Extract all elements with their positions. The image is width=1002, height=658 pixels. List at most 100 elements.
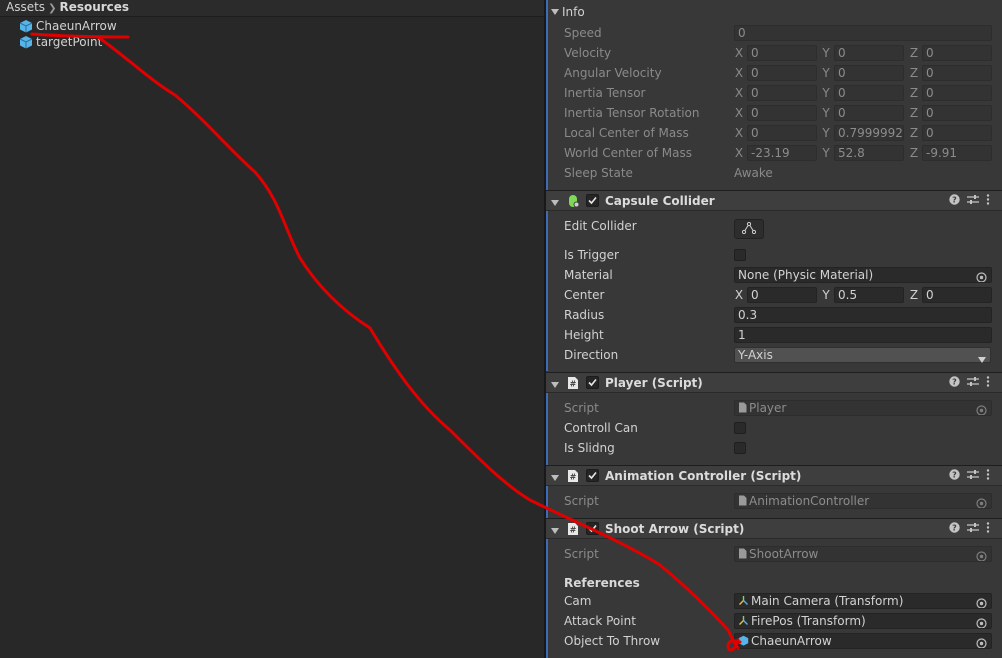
asset-item-targetpoint[interactable]: targetPoint: [19, 34, 102, 50]
axis-y-label: Y: [822, 106, 830, 120]
is-trigger-row: Is Trigger: [546, 245, 1002, 265]
direction-value: Y-Axis: [738, 348, 773, 362]
component-enabled-checkbox[interactable]: [586, 469, 599, 482]
axis-z-label[interactable]: Z: [909, 287, 919, 303]
direction-row: Direction Y-Axis: [546, 345, 1002, 365]
component-enabled-checkbox[interactable]: [586, 522, 599, 535]
inertia-tensor-rotation-z-field: 0: [922, 105, 992, 121]
info-foldout[interactable]: Info: [546, 0, 1002, 20]
inertia-tensor-y-field: 0: [834, 85, 904, 101]
local-com-x-field: 0: [747, 125, 817, 141]
player-script-header[interactable]: # Player (Script) ?: [546, 372, 1002, 393]
center-y-field[interactable]: 0.5: [834, 287, 904, 303]
object-to-throw-field[interactable]: ChaeunArrow: [734, 633, 992, 649]
kebab-menu-icon[interactable]: [986, 522, 990, 536]
attack-point-field[interactable]: FirePos (Transform): [734, 613, 992, 629]
cam-label: Cam: [564, 594, 592, 608]
angular-velocity-z-field: 0: [922, 65, 992, 81]
info-header: Info: [562, 5, 585, 19]
object-picker-icon[interactable]: [975, 617, 987, 628]
script-label: Script: [564, 401, 599, 415]
shoot-arrow-header[interactable]: # Shoot Arrow (Script) ?: [546, 518, 1002, 539]
capsule-collider-header[interactable]: Capsule Collider ?: [546, 190, 1002, 211]
direction-dropdown[interactable]: Y-Axis: [734, 347, 991, 363]
script-file-icon: [738, 402, 747, 416]
script-icon: #: [566, 376, 580, 393]
help-icon[interactable]: ?: [949, 522, 960, 536]
breadcrumb-assets[interactable]: Assets: [6, 0, 45, 14]
sleep-state-row: Sleep State Awake: [546, 163, 1002, 183]
local-com-y-field: 0.7999992: [834, 125, 904, 141]
object-picker-icon[interactable]: [975, 637, 987, 648]
velocity-x-field: 0: [747, 45, 817, 61]
preset-sliders-icon[interactable]: [967, 469, 979, 483]
component-title: Capsule Collider: [605, 194, 715, 208]
breadcrumb-resources[interactable]: Resources: [59, 0, 129, 14]
fold-triangle-icon[interactable]: [551, 471, 559, 485]
axis-y-label[interactable]: Y: [821, 287, 831, 303]
local-com-z-field: 0: [922, 125, 992, 141]
edit-collider-label: Edit Collider: [564, 219, 637, 233]
player-script-row: Script Player: [546, 398, 1002, 418]
controll-can-checkbox[interactable]: [734, 422, 746, 434]
controll-can-label: Controll Can: [564, 421, 638, 435]
script-label: Script: [564, 547, 599, 561]
height-field[interactable]: 1: [734, 327, 992, 343]
inertia-tensor-z-field: 0: [922, 85, 992, 101]
is-slidng-checkbox[interactable]: [734, 442, 746, 454]
axis-x-label: X: [734, 106, 744, 120]
references-header: References: [564, 576, 640, 590]
fold-triangle-icon[interactable]: [551, 378, 559, 392]
help-icon[interactable]: ?: [949, 376, 960, 390]
is-trigger-label: Is Trigger: [564, 248, 619, 262]
attack-point-label: Attack Point: [564, 614, 636, 628]
kebab-menu-icon[interactable]: [986, 469, 990, 483]
breadcrumb-separator-icon: ❯: [48, 3, 57, 14]
attack-point-value: FirePos (Transform): [751, 614, 866, 628]
shoot-arrow-script-row: Script ShootArrow: [546, 544, 1002, 564]
axis-x-label: X: [734, 46, 744, 60]
center-x-field[interactable]: 0: [747, 287, 817, 303]
kebab-menu-icon[interactable]: [986, 194, 990, 208]
kebab-menu-icon[interactable]: [986, 376, 990, 390]
object-to-throw-row: Object To Throw ChaeunArrow: [546, 631, 1002, 651]
edit-collider-row: Edit Collider: [546, 216, 1002, 242]
object-to-throw-label: Object To Throw: [564, 634, 661, 648]
component-enabled-checkbox[interactable]: [586, 376, 599, 389]
asset-item-chaeunarrow[interactable]: ChaeunArrow: [19, 18, 117, 34]
inertia-tensor-label: Inertia Tensor: [564, 86, 646, 100]
radius-field[interactable]: 0.3: [734, 307, 992, 323]
cam-value: Main Camera (Transform): [751, 594, 904, 608]
object-picker-icon[interactable]: [975, 271, 987, 282]
object-picker-icon[interactable]: [975, 597, 987, 608]
axis-x-label[interactable]: X: [734, 287, 744, 303]
fold-triangle-icon[interactable]: [551, 524, 559, 538]
script-field: ShootArrow: [734, 546, 992, 562]
svg-text:#: #: [570, 526, 577, 535]
references-section: References: [546, 573, 1002, 593]
help-icon[interactable]: ?: [949, 469, 960, 483]
material-field[interactable]: None (Physic Material): [734, 267, 992, 283]
fold-triangle-icon[interactable]: [551, 196, 559, 210]
animation-controller-header[interactable]: # Animation Controller (Script) ?: [546, 465, 1002, 486]
world-com-z-field: -9.91: [922, 145, 992, 161]
edit-collider-button[interactable]: [734, 219, 764, 239]
angular-velocity-x-field: 0: [747, 65, 817, 81]
asset-label: ChaeunArrow: [36, 19, 117, 33]
fold-triangle-icon[interactable]: [551, 4, 559, 20]
help-icon[interactable]: ?: [949, 194, 960, 208]
center-z-field[interactable]: 0: [922, 287, 992, 303]
axis-x-label: X: [734, 126, 744, 140]
svg-text:?: ?: [952, 471, 957, 480]
preset-sliders-icon[interactable]: [967, 376, 979, 390]
preset-sliders-icon[interactable]: [967, 522, 979, 536]
is-trigger-checkbox[interactable]: [734, 249, 746, 261]
inertia-tensor-x-field: 0: [747, 85, 817, 101]
inertia-tensor-rotation-x-field: 0: [747, 105, 817, 121]
radius-row: Radius 0.3: [546, 305, 1002, 325]
cam-field[interactable]: Main Camera (Transform): [734, 593, 992, 609]
velocity-row: Velocity X 0 Y 0 Z 0: [546, 43, 1002, 63]
component-title: Player (Script): [605, 376, 703, 390]
component-enabled-checkbox[interactable]: [586, 194, 599, 207]
preset-sliders-icon[interactable]: [967, 194, 979, 208]
